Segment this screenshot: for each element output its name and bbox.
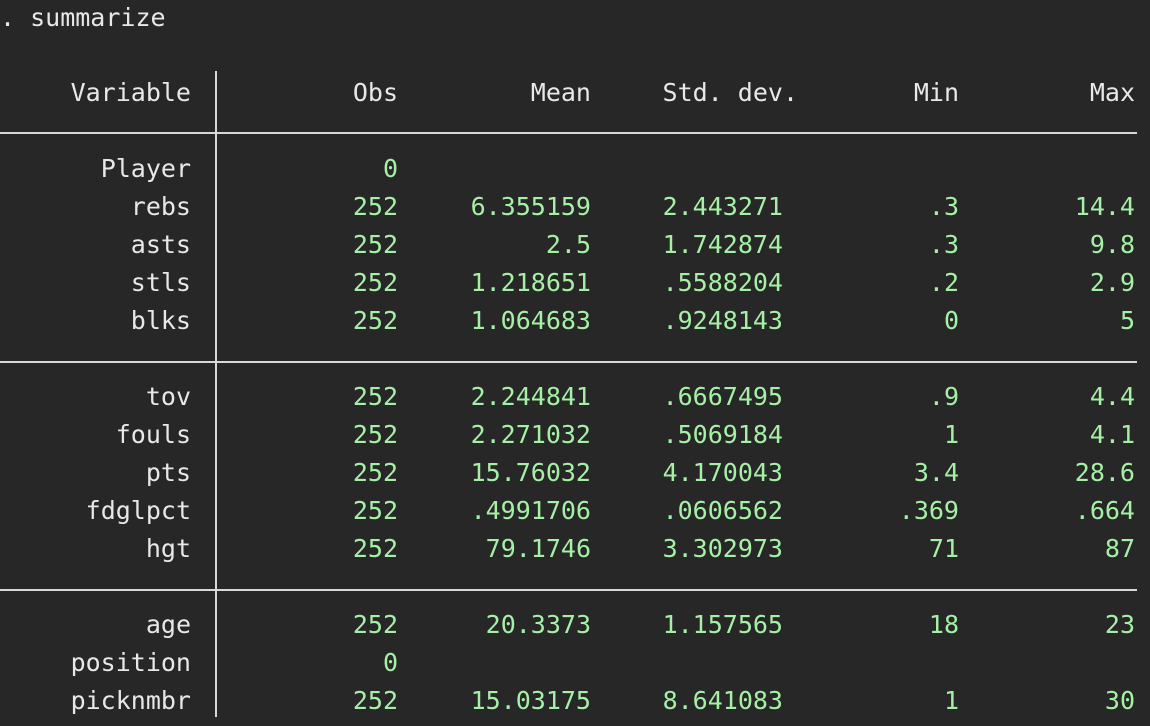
- min-value: .9: [928, 382, 959, 411]
- obs-value: 252: [352, 306, 398, 335]
- variable-name: fdglpct: [85, 496, 191, 525]
- variable-name: stls: [130, 268, 191, 297]
- std-dev-value: .0606562: [662, 496, 783, 525]
- mean-value: 15.76032: [470, 458, 591, 487]
- group-divider: [0, 361, 1137, 363]
- std-dev-value: 4.170043: [662, 458, 783, 487]
- variable-name: fouls: [115, 420, 191, 449]
- mean-value: .4991706: [470, 496, 591, 525]
- mean-value: 15.03175: [470, 686, 591, 715]
- header-variable: Variable: [70, 78, 191, 107]
- variable-name: tov: [145, 382, 191, 411]
- obs-value: 0: [382, 154, 398, 183]
- std-dev-value: .9248143: [662, 306, 783, 335]
- min-value: 1: [943, 686, 959, 715]
- mean-value: 20.3373: [485, 610, 591, 639]
- max-value: 4.4: [1089, 382, 1135, 411]
- stata-results-window: { "command": ". summarize", "headers": {…: [0, 0, 1150, 726]
- obs-value: 252: [352, 610, 398, 639]
- header-mean: Mean: [530, 78, 591, 107]
- summary-table: Variable Obs Mean Std. dev. Min Max Play…: [0, 0, 1150, 726]
- min-value: 0: [943, 306, 959, 335]
- variable-name: hgt: [145, 534, 191, 563]
- obs-value: 0: [382, 648, 398, 677]
- obs-value: 252: [352, 458, 398, 487]
- mean-value: 1.064683: [470, 306, 591, 335]
- min-value: 18: [928, 610, 959, 639]
- variable-name: asts: [130, 230, 191, 259]
- variable-name: picknmbr: [70, 686, 191, 715]
- std-dev-value: .5069184: [662, 420, 783, 449]
- variable-name: position: [70, 648, 191, 677]
- variable-name: blks: [130, 306, 191, 335]
- max-value: [960, 647, 1135, 679]
- obs-value: 252: [352, 192, 398, 221]
- mean-value: 1.218651: [470, 268, 591, 297]
- mean-value: [400, 153, 591, 185]
- min-value: .3: [928, 192, 959, 221]
- max-value: [960, 153, 1135, 185]
- std-dev-value: 3.302973: [662, 534, 783, 563]
- variable-name: Player: [100, 154, 191, 183]
- std-dev-value: 2.443271: [662, 192, 783, 221]
- variable-name: rebs: [130, 192, 191, 221]
- obs-value: 252: [352, 268, 398, 297]
- header-obs: Obs: [352, 78, 398, 107]
- std-dev-value: [590, 647, 783, 679]
- obs-value: 252: [352, 534, 398, 563]
- obs-value: 252: [352, 420, 398, 449]
- column-separator: [215, 71, 217, 717]
- max-value: 30: [1104, 686, 1135, 715]
- variable-name: pts: [145, 458, 191, 487]
- std-dev-value: 1.157565: [662, 610, 783, 639]
- min-value: [800, 647, 959, 679]
- mean-value: 2.271032: [470, 420, 591, 449]
- mean-value: [400, 647, 591, 679]
- max-value: 5: [1119, 306, 1135, 335]
- max-value: .664: [1074, 496, 1135, 525]
- mean-value: 2.5: [545, 230, 591, 259]
- max-value: 23: [1104, 610, 1135, 639]
- obs-value: 252: [352, 230, 398, 259]
- header-std-dev: Std. dev.: [662, 78, 798, 107]
- header-divider: [0, 132, 1137, 134]
- std-dev-value: 8.641083: [662, 686, 783, 715]
- max-value: 28.6: [1074, 458, 1135, 487]
- max-value: 87: [1104, 534, 1135, 563]
- group-divider: [0, 589, 1137, 591]
- mean-value: 6.355159: [470, 192, 591, 221]
- std-dev-value: .6667495: [662, 382, 783, 411]
- obs-value: 252: [352, 686, 398, 715]
- max-value: 4.1: [1089, 420, 1135, 449]
- obs-value: 252: [352, 382, 398, 411]
- max-value: 14.4: [1074, 192, 1135, 221]
- std-dev-value: [590, 153, 783, 185]
- min-value: 3.4: [913, 458, 959, 487]
- min-value: .3: [928, 230, 959, 259]
- obs-value: 252: [352, 496, 398, 525]
- max-value: 2.9: [1089, 268, 1135, 297]
- std-dev-value: 1.742874: [662, 230, 783, 259]
- mean-value: 79.1746: [485, 534, 591, 563]
- min-value: .369: [898, 496, 959, 525]
- min-value: .2: [928, 268, 959, 297]
- min-value: 71: [928, 534, 959, 563]
- min-value: [800, 153, 959, 185]
- variable-name: age: [145, 610, 191, 639]
- mean-value: 2.244841: [470, 382, 591, 411]
- std-dev-value: .5588204: [662, 268, 783, 297]
- header-max: Max: [1089, 78, 1135, 107]
- min-value: 1: [943, 420, 959, 449]
- header-min: Min: [913, 78, 959, 107]
- max-value: 9.8: [1089, 230, 1135, 259]
